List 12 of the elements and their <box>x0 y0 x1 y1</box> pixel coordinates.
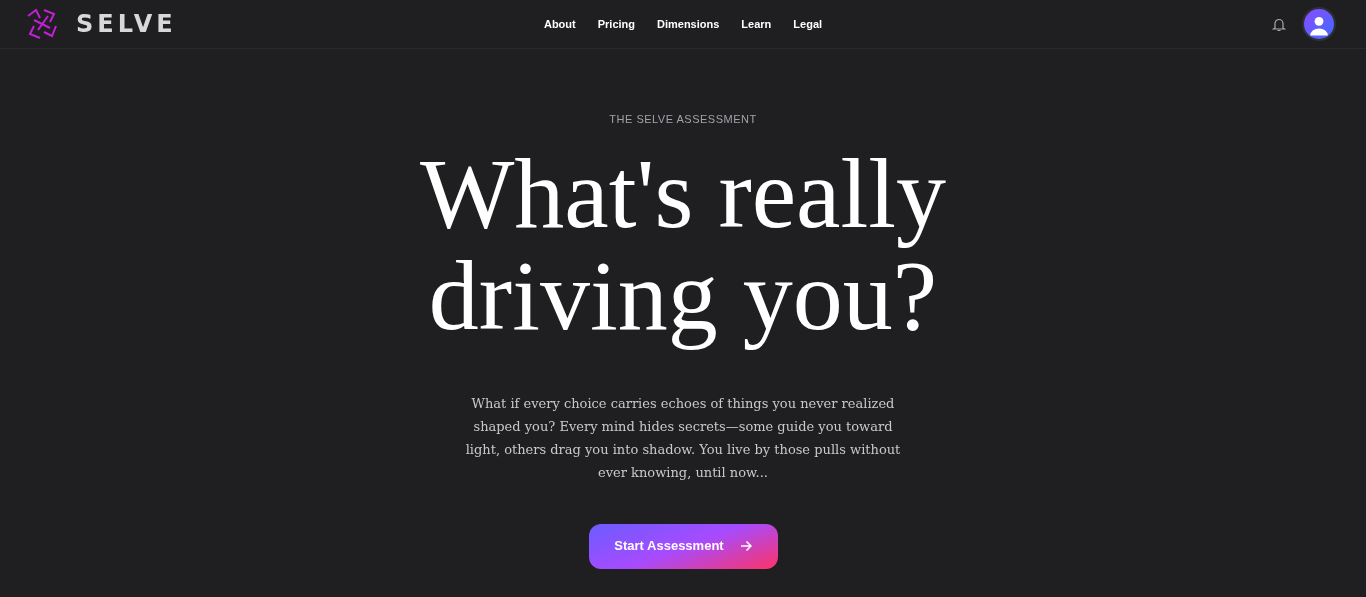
start-assessment-button[interactable]: Start Assessment <box>588 523 778 569</box>
nav-link[interactable]: Pricing <box>586 15 646 33</box>
nav-link[interactable]: About <box>532 15 587 33</box>
nav-link[interactable]: Legal <box>782 15 834 33</box>
arrow-icon <box>739 540 752 552</box>
notification-icon[interactable] <box>1272 16 1286 32</box>
avatar-icon[interactable] <box>1302 7 1336 41</box>
nav-link[interactable]: Dimensions <box>646 15 731 33</box>
brand-name: SELVE <box>76 9 177 40</box>
nav-link[interactable]: Learn <box>730 15 783 33</box>
eyebrow-text: THE SELVE ASSESSMENT <box>609 112 757 127</box>
intro-paragraph: What if every choice carries echoes of things you never realized shaped you? Every mind hides secrets—some guide you toward light, others drag you into shadow. You live by those pulls without ever knowing, until now... <box>464 394 902 482</box>
